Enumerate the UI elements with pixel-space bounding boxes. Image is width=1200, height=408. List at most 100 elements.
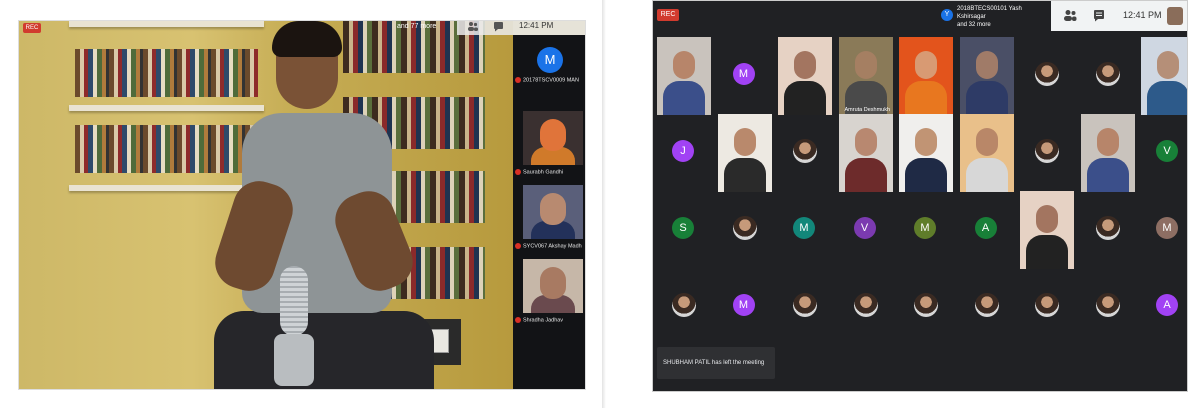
participant-video xyxy=(959,114,1014,192)
participant-tile[interactable] xyxy=(956,37,1016,115)
participant-tile[interactable] xyxy=(714,114,774,192)
participant-tile[interactable]: M xyxy=(714,37,774,115)
participant-avatar-photo xyxy=(793,293,817,317)
participant-video: Amruta Deshmukh xyxy=(838,37,893,115)
participant-tile[interactable]: M xyxy=(774,191,834,269)
speaker-person xyxy=(208,21,434,389)
participant-avatar-initial: M xyxy=(914,217,936,239)
participants-sidebar: M 20178TSCV0009 MAN Saurabh Gandhi SYCV0… xyxy=(513,35,585,389)
speaker-video: REC and 77 more xyxy=(19,21,513,389)
participant-tile[interactable]: A xyxy=(956,191,1016,269)
participant-avatar-photo xyxy=(793,139,817,163)
participant-avatar-initial: A xyxy=(1156,294,1178,316)
participant-video xyxy=(717,114,772,192)
participant-avatar-photo xyxy=(853,293,878,317)
participant-video xyxy=(657,37,711,115)
participant-video xyxy=(959,37,1014,115)
participant-tile[interactable] xyxy=(1016,114,1076,192)
people-icon[interactable] xyxy=(467,21,481,33)
participant-tile[interactable] xyxy=(895,37,955,115)
participant-video xyxy=(899,37,953,115)
rec-badge: REC xyxy=(657,9,679,21)
participant-video xyxy=(838,114,893,192)
clock-time: 12:41 PM xyxy=(519,21,554,30)
participant-tile[interactable]: V xyxy=(1137,114,1187,192)
right-meeting-window: REC Y 2018BTECS00101 Yash Kshirsagar and… xyxy=(652,0,1188,392)
participant-tile[interactable] xyxy=(956,268,1016,346)
participant-video xyxy=(1080,114,1135,192)
participant-video xyxy=(1141,37,1187,115)
participant-tile[interactable] xyxy=(895,268,955,346)
participant-avatar-photo xyxy=(732,216,757,240)
participant-avatar-photo xyxy=(1095,62,1120,86)
participant-tile[interactable]: Amruta Deshmukh xyxy=(835,37,895,115)
composite-screenshot: REC and 77 more 12:41 PM M 20178TSCV0009… xyxy=(0,0,1200,408)
participant-tile[interactable]: M xyxy=(895,191,955,269)
sidebar-tile-4[interactable] xyxy=(523,259,583,313)
microphone xyxy=(274,266,314,386)
participant-avatar-initial: V xyxy=(853,217,876,239)
participant-tile[interactable] xyxy=(1077,37,1137,115)
participant-avatar-photo xyxy=(914,293,938,317)
participant-tile[interactable]: J xyxy=(653,114,713,192)
panel-divider xyxy=(602,0,606,408)
sidebar-tile-2[interactable] xyxy=(523,111,583,165)
clock-time: 12:41 PM xyxy=(1123,10,1162,20)
chat-icon[interactable] xyxy=(1093,9,1105,25)
sidebar-name-3: SYCV067 Akshay Madh xyxy=(515,243,585,249)
chat-icon[interactable] xyxy=(493,21,507,33)
participants-line-1: 2018BTECS00101 Yash Kshirsagar xyxy=(957,6,1022,20)
presenter-avatar: Y xyxy=(941,9,953,21)
sidebar-tile-3[interactable] xyxy=(523,185,583,239)
participant-tile[interactable] xyxy=(835,114,895,192)
participant-name-label: Amruta Deshmukh xyxy=(844,107,891,113)
participants-summary[interactable]: Y 2018BTECS00101 Yash Kshirsagar and 32 … xyxy=(939,5,1049,31)
sidebar-name-4: Shradha Jadhav xyxy=(515,317,585,323)
left-meeting-window: REC and 77 more 12:41 PM M 20178TSCV0009… xyxy=(18,20,586,390)
sidebar-name-2: Saurabh Gandhi xyxy=(515,169,585,175)
people-icon[interactable] xyxy=(1063,9,1077,25)
participant-tile[interactable]: M xyxy=(714,268,774,346)
participant-tile[interactable] xyxy=(895,114,955,192)
participant-tile[interactable] xyxy=(653,37,713,115)
participant-tile[interactable]: V xyxy=(835,191,895,269)
self-view-thumbnail[interactable] xyxy=(1167,7,1183,25)
participant-video xyxy=(899,114,953,192)
participant-tile[interactable] xyxy=(1137,37,1187,115)
participant-tile[interactable] xyxy=(1077,114,1137,192)
participant-video xyxy=(1020,191,1074,269)
participant-tile[interactable] xyxy=(1077,268,1137,346)
participant-video xyxy=(778,37,832,115)
participants-summary: and 77 more xyxy=(397,23,437,30)
sidebar-name-1: 20178TSCV0009 MAN xyxy=(515,77,585,83)
participant-avatar-photo xyxy=(1095,293,1120,317)
participants-line-2: and 32 more xyxy=(957,22,991,28)
participant-grid: M Amruta Deshmukh J V S M V M A M M A xyxy=(653,37,1187,347)
participant-avatar-initial: V xyxy=(1156,140,1178,162)
participant-tile[interactable]: S xyxy=(653,191,713,269)
participant-avatar-initial: M xyxy=(732,294,755,316)
participant-avatar-photo xyxy=(1095,216,1120,240)
participant-avatar-initial: M xyxy=(1156,217,1178,239)
participant-avatar-initial: M xyxy=(793,217,815,239)
participant-avatar-photo xyxy=(672,293,696,317)
participant-tile[interactable] xyxy=(835,268,895,346)
participant-tile[interactable] xyxy=(774,268,834,346)
participant-tile[interactable] xyxy=(774,37,834,115)
participant-tile[interactable]: M xyxy=(1137,191,1187,269)
participant-avatar-photo xyxy=(1035,62,1059,86)
sidebar-avatar[interactable]: M xyxy=(537,47,563,73)
participant-tile[interactable] xyxy=(774,114,834,192)
participant-tile[interactable] xyxy=(956,114,1016,192)
participant-tile[interactable] xyxy=(1016,191,1076,269)
participant-avatar-initial: M xyxy=(732,63,755,85)
participant-avatar-initial: A xyxy=(974,217,997,239)
participant-tile[interactable] xyxy=(714,191,774,269)
participant-tile[interactable]: A xyxy=(1137,268,1187,346)
rec-badge: REC xyxy=(23,23,41,33)
participant-tile[interactable] xyxy=(653,268,713,346)
participant-tile[interactable] xyxy=(1016,268,1076,346)
participant-avatar-photo xyxy=(974,293,999,317)
participant-tile[interactable] xyxy=(1016,37,1076,115)
participant-tile[interactable] xyxy=(1077,191,1137,269)
